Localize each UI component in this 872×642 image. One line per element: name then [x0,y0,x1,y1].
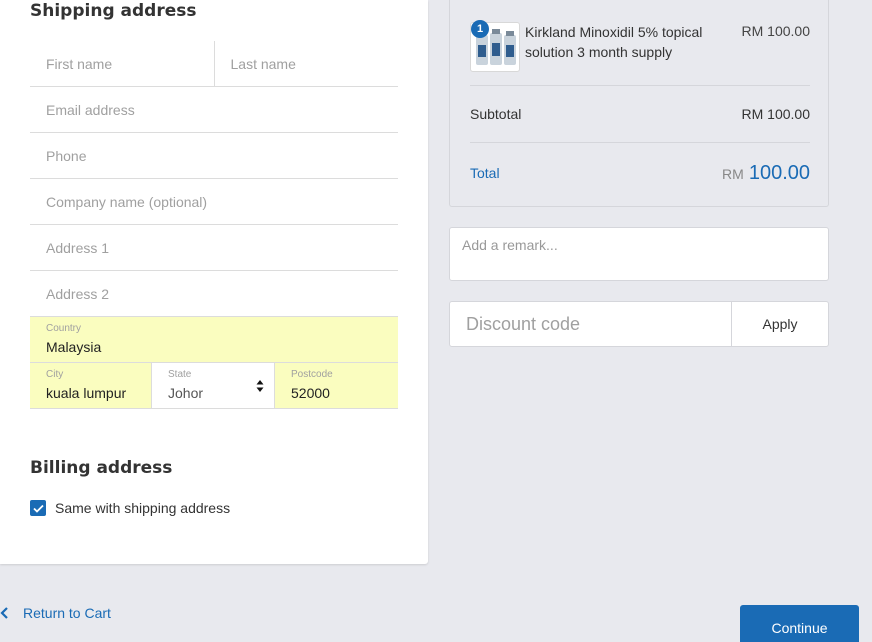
select-arrows-icon [256,380,264,392]
return-to-cart-link[interactable]: Return to Cart [0,605,111,621]
email-field[interactable]: Email address [30,87,398,132]
continue-button[interactable]: Continue [740,605,859,642]
subtotal-label: Subtotal [470,106,522,122]
phone-field[interactable]: Phone [30,133,398,178]
total-currency: RM [722,165,744,182]
same-address-checkbox[interactable] [30,500,46,516]
address2-field[interactable]: Address 2 [30,271,398,316]
shipping-title: Shipping address [30,1,197,21]
product-price: RM 100.00 [741,23,810,39]
address1-field[interactable]: Address 1 [30,225,398,270]
city-field[interactable]: City kuala lumpur [30,363,152,408]
chevron-left-icon [0,607,8,619]
billing-title: Billing address [30,458,173,478]
address1-row: Address 1 [30,225,398,271]
country-field[interactable]: Country Malaysia [30,317,398,362]
same-address-option[interactable]: Same with shipping address [30,500,230,516]
country-label: Country [46,323,82,334]
quantity-badge: 1 [471,20,489,38]
postcode-label: Postcode [291,369,333,380]
address2-row: Address 2 [30,271,398,317]
discount-form: Discount code Apply [449,301,829,347]
total-row: Total RM 100.00 [470,143,810,203]
apply-button[interactable]: Apply [732,302,828,346]
city-state-postcode-row: City kuala lumpur State Johor Postcode 5… [30,363,398,409]
country-row: Country Malaysia [30,317,398,363]
email-row: Email address [30,87,398,133]
return-to-cart-label: Return to Cart [23,605,111,621]
product-line: 1 Kirkland Minoxidil 5% topical solution… [470,20,810,86]
total-amount: RM 100.00 [722,162,810,185]
city-label: City [46,369,64,380]
postcode-field[interactable]: Postcode 52000 [275,363,398,408]
shipping-form: First name Last name Email address Phone… [30,41,398,409]
total-value: 100.00 [748,161,810,184]
company-row: Company name (optional) [30,179,398,225]
name-row: First name Last name [30,41,398,87]
subtotal-value: RM 100.00 [741,106,810,122]
product-name: Kirkland Minoxidil 5% topical solution 3… [525,24,703,60]
city-value: kuala lumpur [46,385,127,401]
postcode-value: 52000 [291,385,330,401]
subtotal-row: Subtotal RM 100.00 [470,86,810,143]
phone-row: Phone [30,133,398,179]
discount-code-input[interactable]: Discount code [450,302,732,346]
first-name-field[interactable]: First name [30,41,215,86]
company-field[interactable]: Company name (optional) [30,179,398,224]
country-value: Malaysia [46,339,102,355]
state-select[interactable]: State Johor [152,363,275,408]
check-icon [32,504,44,513]
order-summary: 1 Kirkland Minoxidil 5% topical solution… [449,0,829,207]
shipping-card: Shipping address First name Last name Em… [0,0,428,564]
same-address-label: Same with shipping address [55,500,231,516]
last-name-field[interactable]: Last name [215,41,399,86]
remark-input[interactable]: Add a remark... [449,227,829,281]
total-label: Total [470,165,500,181]
